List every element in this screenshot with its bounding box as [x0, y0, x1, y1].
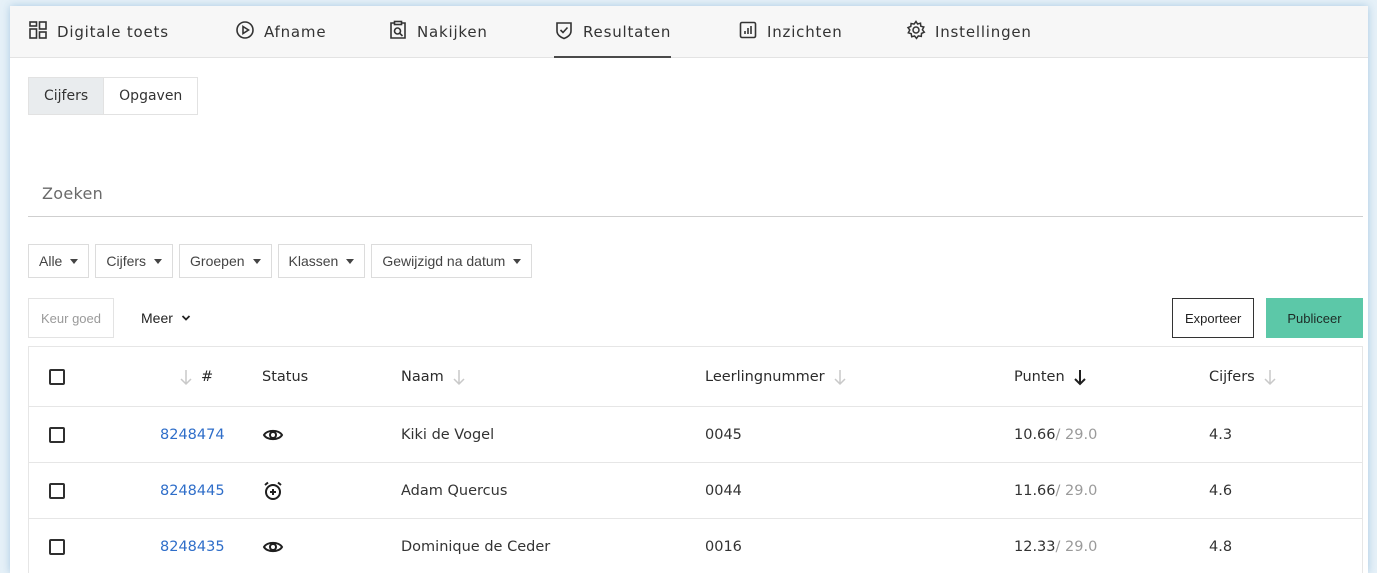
filter-label: Gewijzigd na datum [382, 253, 506, 269]
filter-label: Alle [39, 253, 63, 269]
nav-inzichten[interactable]: Inzichten [738, 6, 843, 58]
tab-cijfers[interactable]: Cijfers [28, 77, 105, 115]
student-number: 0044 [705, 482, 742, 499]
eye-icon[interactable] [262, 424, 284, 446]
view-tabs: Cijfers Opgaven [28, 77, 199, 115]
top-navigation: Digitale toets Afname Nakijken Resultate… [10, 6, 1368, 58]
filter-alle-dropdown[interactable]: Alle [28, 244, 90, 278]
column-header-grades: Cijfers [1209, 368, 1255, 385]
submission-id-link[interactable]: 8248435 [160, 539, 225, 555]
filter-label: Cijfers [106, 253, 147, 269]
more-label: Meer [141, 310, 173, 326]
caret-down-icon [252, 258, 261, 264]
table-row: 8248435 Dominique de Ceder 0016 12.33 / … [29, 519, 1362, 573]
arrow-down-icon [179, 368, 193, 386]
gear-icon [906, 20, 926, 44]
filter-label: Groepen [190, 253, 245, 269]
select-all-checkbox[interactable] [49, 368, 65, 385]
column-header-points: Punten [1014, 368, 1065, 385]
filter-groepen-dropdown[interactable]: Groepen [179, 244, 272, 278]
student-name: Adam Quercus [401, 482, 508, 499]
filter-gewijzigd-dropdown[interactable]: Gewijzigd na datum [371, 244, 533, 278]
tab-opgaven[interactable]: Opgaven [104, 77, 199, 115]
row-checkbox[interactable] [49, 482, 65, 499]
publish-button[interactable]: Publiceer [1266, 298, 1363, 338]
nav-label: Afname [264, 23, 327, 41]
table-row: 8248445 Adam Quercus 0044 11.66 / 29.0 4… [29, 463, 1362, 519]
sort-student-number-header[interactable]: Leerlingnummer [705, 347, 847, 406]
student-name: Kiki de Vogel [401, 426, 495, 443]
nav-afname[interactable]: Afname [235, 6, 326, 58]
nav-digitale-toets[interactable]: Digitale toets [28, 6, 169, 58]
filter-label: Klassen [288, 253, 339, 269]
points-value: 12.33 [1014, 538, 1056, 555]
table-header: # Status Naam Leerlingnummer Punten Cijf… [29, 347, 1362, 407]
nav-instellingen[interactable]: Instellingen [906, 6, 1032, 58]
arrow-down-active-icon [1073, 368, 1087, 386]
column-header-number: # [201, 368, 214, 385]
bar-chart-icon [738, 20, 758, 44]
column-header-name: Naam [401, 368, 444, 385]
nav-resultaten[interactable]: Resultaten [554, 6, 672, 58]
alarm-plus-icon[interactable] [262, 480, 284, 502]
grid-icon [28, 20, 48, 44]
nav-label: Inzichten [767, 23, 843, 41]
submission-id-link[interactable]: 8248474 [160, 427, 225, 443]
student-number: 0016 [705, 538, 742, 555]
points-value: 10.66 [1014, 426, 1056, 443]
column-header-status: Status [262, 368, 309, 385]
caret-down-icon [346, 258, 355, 264]
points-total: / 29.0 [1055, 482, 1098, 499]
nav-label: Resultaten [583, 23, 672, 41]
points-value: 11.66 [1014, 482, 1056, 499]
sort-name-header[interactable]: Naam [401, 347, 466, 406]
filter-bar: Alle Cijfers Groepen Klassen Gewijzigd n… [28, 244, 533, 278]
nav-label: Nakijken [417, 23, 488, 41]
more-dropdown[interactable]: Meer [141, 298, 191, 338]
search-input[interactable] [28, 171, 1363, 217]
points-total: / 29.0 [1055, 426, 1098, 443]
arrow-down-icon [833, 368, 847, 386]
export-button[interactable]: Exporteer [1172, 298, 1255, 338]
clipboard-search-icon [388, 20, 408, 44]
submission-id-link[interactable]: 8248445 [160, 483, 225, 499]
row-checkbox[interactable] [49, 538, 65, 555]
grade-value: 4.8 [1209, 538, 1233, 555]
shield-check-icon [554, 20, 574, 44]
results-table: # Status Naam Leerlingnummer Punten Cijf… [28, 346, 1363, 573]
caret-down-icon [70, 258, 79, 264]
eye-icon[interactable] [262, 536, 284, 558]
student-name: Dominique de Ceder [401, 538, 551, 555]
filter-cijfers-dropdown[interactable]: Cijfers [95, 244, 174, 278]
grade-value: 4.3 [1209, 426, 1233, 443]
nav-label: Instellingen [935, 23, 1032, 41]
grade-value: 4.6 [1209, 482, 1233, 499]
sort-grades-header[interactable]: Cijfers [1209, 347, 1277, 406]
nav-nakijken[interactable]: Nakijken [388, 6, 488, 58]
caret-down-icon [154, 258, 163, 264]
points-total: / 29.0 [1055, 538, 1098, 555]
filter-klassen-dropdown[interactable]: Klassen [277, 244, 366, 278]
caret-down-icon [513, 258, 522, 264]
table-row: 8248474 Kiki de Vogel 0045 10.66 / 29.0 … [29, 407, 1362, 463]
row-checkbox[interactable] [49, 426, 65, 443]
approve-button[interactable]: Keur goed [28, 298, 114, 338]
arrow-down-icon [1263, 368, 1277, 386]
arrow-down-icon [452, 368, 466, 386]
chevron-down-icon [181, 310, 191, 326]
sort-points-header[interactable]: Punten [1014, 347, 1087, 406]
student-number: 0045 [705, 426, 742, 443]
nav-label: Digitale toets [57, 23, 169, 41]
play-circle-icon [235, 20, 255, 44]
sort-number-header[interactable]: # [179, 347, 213, 406]
app-window: Digitale toets Afname Nakijken Resultate… [10, 6, 1368, 573]
column-header-student-number: Leerlingnummer [705, 368, 825, 385]
